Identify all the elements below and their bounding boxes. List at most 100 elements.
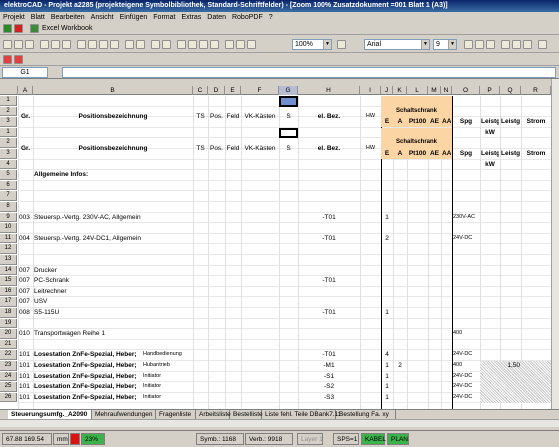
menu-bearbeiten[interactable]: Bearbeiten: [48, 12, 88, 23]
menu-blatt[interactable]: Blatt: [28, 12, 48, 23]
column-header-c[interactable]: C: [193, 86, 208, 95]
column-header-r[interactable]: R: [521, 86, 551, 95]
chevron-down-icon[interactable]: ▼: [421, 40, 429, 49]
font-select[interactable]: Arial ▼: [364, 39, 430, 50]
sort-asc-icon[interactable]: [199, 40, 208, 49]
save-icon[interactable]: [25, 40, 34, 49]
row-header-26[interactable]: 26: [0, 392, 17, 403]
excel-icon[interactable]: [30, 24, 39, 33]
column-header-k[interactable]: K: [393, 86, 407, 95]
row-header-11[interactable]: 11: [0, 233, 17, 244]
pdf-icon[interactable]: [3, 55, 12, 64]
horizontal-scrollbar[interactable]: [0, 419, 559, 427]
check-icon[interactable]: [3, 24, 12, 33]
menu-einfuegen[interactable]: Einfügen: [117, 12, 151, 23]
align-left-icon[interactable]: [501, 40, 510, 49]
status-layer[interactable]: Layer 1: [297, 433, 323, 445]
autosum-icon[interactable]: [177, 40, 186, 49]
sheet-tab-4[interactable]: Bestelliste: [230, 410, 263, 419]
row-header-9[interactable]: 9: [0, 212, 17, 223]
row-header-25[interactable]: 25: [0, 382, 17, 392]
menu-format[interactable]: Format: [150, 12, 178, 23]
column-header-m[interactable]: M: [428, 86, 441, 95]
row-header-23[interactable]: 23: [0, 361, 17, 371]
formula-input[interactable]: [62, 67, 556, 78]
bold-icon[interactable]: [464, 40, 473, 49]
preview-icon[interactable]: [51, 40, 60, 49]
underline-icon[interactable]: [486, 40, 495, 49]
selected-cell[interactable]: [279, 96, 298, 107]
menu-projekt[interactable]: Projekt: [0, 12, 28, 23]
menu-ansicht[interactable]: Ansicht: [88, 12, 117, 23]
row-header-13[interactable]: 13: [0, 255, 17, 265]
size-select[interactable]: 9 ▼: [433, 39, 457, 50]
chart-icon[interactable]: [225, 40, 234, 49]
excel-workbook-label[interactable]: Excel Workbook: [42, 24, 92, 34]
drawing-icon[interactable]: [247, 40, 256, 49]
row-header-8[interactable]: 8: [0, 202, 17, 212]
sheet-tab-1[interactable]: Mehraufwendungen: [92, 410, 156, 419]
menu-help[interactable]: ?: [266, 12, 276, 23]
row-header-14[interactable]: 14: [0, 265, 17, 276]
row-header-12[interactable]: 12: [0, 244, 17, 254]
column-header-i[interactable]: I: [360, 86, 381, 95]
name-box[interactable]: G1: [2, 67, 48, 78]
row-header-20[interactable]: 20: [0, 329, 17, 339]
row-header-3[interactable]: 3: [0, 117, 17, 127]
row-header-1[interactable]: 1: [0, 127, 17, 138]
column-header-g[interactable]: G: [279, 86, 298, 95]
help-icon[interactable]: [337, 40, 346, 49]
column-header-n[interactable]: N: [441, 86, 452, 95]
row-header-21[interactable]: 21: [0, 339, 17, 350]
sheet-tab-0[interactable]: Steuerungsumfg._A2090: [8, 410, 92, 419]
format-painter-icon[interactable]: [110, 40, 119, 49]
menu-extras[interactable]: Extras: [178, 12, 204, 23]
status-kabel[interactable]: KABEL: [361, 433, 386, 445]
column-header-j[interactable]: J: [381, 86, 393, 95]
sort-desc-icon[interactable]: [210, 40, 219, 49]
column-header-p[interactable]: P: [480, 86, 500, 95]
row-header-2[interactable]: 2: [0, 106, 17, 117]
row-header-18[interactable]: 18: [0, 308, 17, 318]
web-icon[interactable]: [162, 40, 171, 49]
row-header-6[interactable]: 6: [0, 180, 17, 191]
new-icon[interactable]: [3, 40, 12, 49]
zoom-select[interactable]: 100% ▼: [292, 39, 332, 50]
row-header-5[interactable]: 5: [0, 170, 17, 180]
status-sps[interactable]: SPS=1: [333, 433, 359, 445]
paste-icon[interactable]: [99, 40, 108, 49]
row-header-2[interactable]: 2: [0, 138, 17, 148]
row-header-16[interactable]: 16: [0, 286, 17, 297]
row-header-4[interactable]: 4: [0, 159, 17, 170]
status-plan[interactable]: PLAN: [387, 433, 409, 445]
align-right-icon[interactable]: [523, 40, 532, 49]
column-header-l[interactable]: L: [407, 86, 428, 95]
copy-icon[interactable]: [88, 40, 97, 49]
column-header-f[interactable]: F: [241, 86, 279, 95]
row-header-17[interactable]: 17: [0, 297, 17, 307]
sheet-tab-5[interactable]: Liste fehl. Teile DBank7.11: [262, 410, 341, 419]
spreadsheet-grid[interactable]: ABCDEFGHIJKLMNOPQR 1 2 3 1 2 3 4 5 6 7 8 9 10 11 12 13 1…: [0, 86, 551, 409]
sheet-tab-3[interactable]: Arbeitsliste: [196, 410, 231, 419]
function-icon[interactable]: [188, 40, 197, 49]
chevron-down-icon[interactable]: ▼: [448, 40, 456, 49]
column-header-e[interactable]: E: [225, 86, 241, 95]
column-header-h[interactable]: H: [298, 86, 360, 95]
row-header-1[interactable]: 1: [0, 96, 17, 106]
column-header-b[interactable]: B: [33, 86, 193, 95]
open-icon[interactable]: [14, 40, 23, 49]
row-header-19[interactable]: 19: [0, 318, 17, 329]
undo-icon[interactable]: [125, 40, 134, 49]
hyperlink-icon[interactable]: [151, 40, 160, 49]
column-header-q[interactable]: Q: [500, 86, 521, 95]
italic-icon[interactable]: [475, 40, 484, 49]
map-icon[interactable]: [236, 40, 245, 49]
row-header-7[interactable]: 7: [0, 191, 17, 201]
print-icon[interactable]: [40, 40, 49, 49]
menu-robopdf[interactable]: RoboPDF: [229, 12, 266, 23]
spell-icon[interactable]: [62, 40, 71, 49]
row-header-15[interactable]: 15: [0, 276, 17, 286]
column-header-o[interactable]: O: [452, 86, 480, 95]
close-icon[interactable]: [14, 24, 23, 33]
vertical-scrollbar[interactable]: [551, 79, 559, 409]
